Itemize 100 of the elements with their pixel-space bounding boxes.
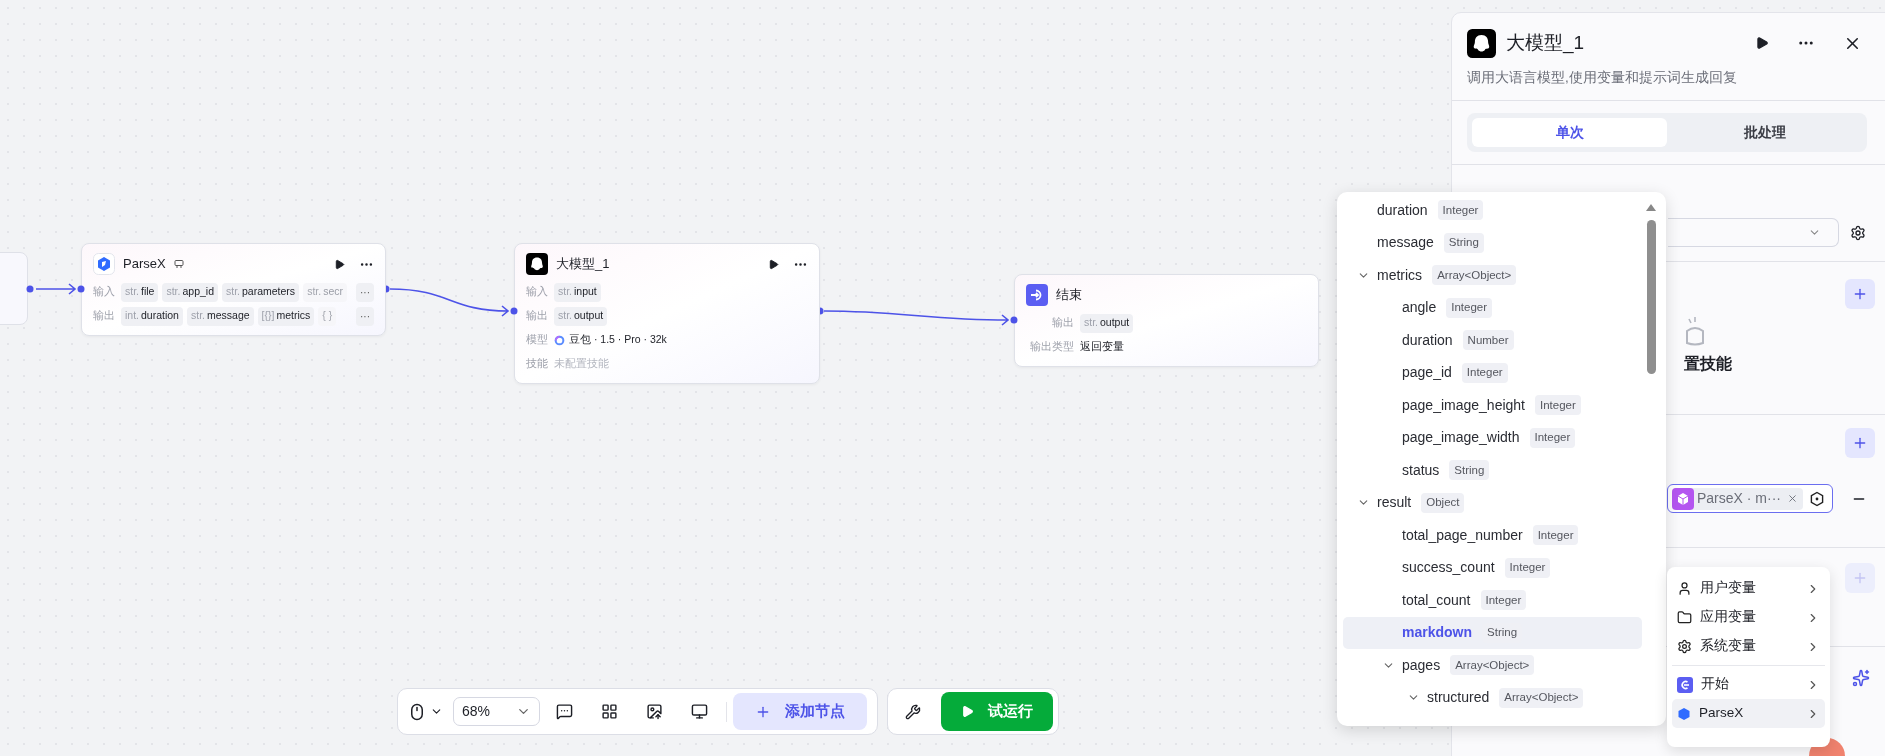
image-icon[interactable] <box>646 703 663 720</box>
workflow-node[interactable]: ParseX 输入 str. file str. app_id str. parameters str. secr ··· 输出 int. duration str. message [{}] metrics { } ··· <box>81 243 386 336</box>
menu-item[interactable]: 开始 <box>1672 670 1825 699</box>
mode-tab[interactable]: 批处理 <box>1667 118 1862 148</box>
add-node-button[interactable]: 添加节点 <box>733 693 867 730</box>
variable-name: angle <box>1402 298 1437 318</box>
variable-option[interactable]: result Object <box>1343 486 1642 519</box>
variable-option[interactable]: total_count Integer <box>1343 584 1642 617</box>
scrollbar-thumb[interactable] <box>1647 220 1656 374</box>
variable-chip: str. secr <box>303 282 347 302</box>
model-name: 豆包 · 1.5 · Pro · 32k <box>569 332 667 348</box>
type-tag: Integer <box>1529 427 1576 448</box>
more-chip[interactable]: ··· <box>356 306 374 326</box>
output-type: 返回变量 <box>1080 339 1124 355</box>
variable-name: message <box>1377 233 1434 253</box>
variable-option[interactable]: angle Integer <box>1343 291 1642 324</box>
variable-name: result <box>1377 493 1412 513</box>
variable-name: pages <box>1402 655 1441 675</box>
type-tag: Array<Object> <box>1499 687 1584 708</box>
start-logo-icon <box>1677 676 1693 693</box>
ghost-logo-icon <box>1467 28 1496 58</box>
run-icon[interactable] <box>1755 36 1769 50</box>
type-tag: Array<Object> <box>1450 655 1535 676</box>
row-label: 输出 <box>1051 315 1074 331</box>
variable-option[interactable]: structured Array<Object> <box>1343 681 1642 714</box>
variable-name: page_id <box>1402 363 1452 383</box>
type-tag: String <box>1443 232 1484 253</box>
variable-chip: str. parameters <box>222 282 300 302</box>
variable-option[interactable]: total_page_number Integer <box>1343 519 1642 552</box>
add-button[interactable] <box>1845 428 1875 459</box>
variable-option[interactable]: duration Number <box>1343 324 1642 357</box>
variable-name: success_count <box>1402 558 1495 578</box>
variable-option[interactable]: duration Integer <box>1343 194 1642 227</box>
workflow-node[interactable]: 结束 输出 str. output 输出类型 返回变量 <box>1014 274 1319 367</box>
menu-item[interactable]: 用户变量 <box>1672 574 1825 603</box>
variable-name: duration <box>1402 330 1453 350</box>
row-label: 输出 <box>526 308 548 324</box>
sparkle-icon[interactable] <box>1852 669 1870 688</box>
zoom-select[interactable]: 68% <box>453 697 540 726</box>
variable-name: page_image_height <box>1402 395 1525 415</box>
variable-option[interactable]: metrics Array<Object> <box>1343 259 1642 292</box>
menu-item[interactable]: ParseX <box>1672 699 1825 728</box>
scroll-up-icon[interactable] <box>1646 204 1656 211</box>
model-logo-icon <box>554 334 565 346</box>
add-button[interactable] <box>1845 279 1875 310</box>
skill-hint: 未配置技能 <box>554 356 609 372</box>
hexagon-logo-icon <box>1677 706 1691 721</box>
type-tag: Integer <box>1504 557 1551 578</box>
settings-icon[interactable] <box>1850 224 1866 241</box>
grid-icon[interactable] <box>601 703 618 720</box>
variable-name: status <box>1402 460 1440 480</box>
variable-option[interactable]: status String <box>1343 454 1642 487</box>
variable-chip: str. output <box>554 306 608 326</box>
user-icon <box>1677 581 1692 596</box>
variable-chip: str. file <box>121 282 159 302</box>
edge-arrow <box>26 283 77 295</box>
type-tag: Integer <box>1480 590 1527 611</box>
workflow-node[interactable]: 大模型_1 输入 str. input 输出 str. output 模型 豆包 · 1.5 · Pro · 32k 技能 未配置技能 <box>514 243 820 384</box>
variable-option[interactable]: page_image_height Integer <box>1343 389 1642 422</box>
exit-logo-icon <box>1026 284 1048 306</box>
run-icon[interactable] <box>768 258 779 270</box>
type-tag: Array<Object> <box>1432 265 1517 286</box>
variable-tag: ParseX · m··· <box>1672 487 1803 510</box>
variable-option[interactable]: markdown String <box>1343 616 1642 649</box>
mouse-icon[interactable] <box>408 702 426 721</box>
variable-option[interactable]: pages Array<Object> <box>1343 649 1642 682</box>
variable-name: structured <box>1427 688 1490 708</box>
node-card[interactable] <box>0 252 28 325</box>
row-label: 模型 <box>526 332 548 348</box>
type-tag: Integer <box>1437 200 1484 221</box>
hexagon-logo-icon <box>93 253 115 275</box>
skill-empty-icon <box>1685 317 1705 348</box>
variable-name: total_page_number <box>1402 525 1523 545</box>
type-tag: Integer <box>1532 525 1579 546</box>
type-tag: Object <box>1421 492 1465 513</box>
variable-option[interactable]: page_id Integer <box>1343 356 1642 389</box>
comment-icon[interactable] <box>556 703 573 720</box>
mode-tab[interactable]: 单次 <box>1472 118 1667 148</box>
more-chip[interactable]: ··· <box>356 282 374 302</box>
menu-item[interactable]: 系统变量 <box>1672 632 1825 661</box>
variable-chip: str. message <box>186 306 254 326</box>
variable-reference-field[interactable]: ParseX · m··· <box>1667 484 1833 514</box>
cube-icon <box>1672 487 1694 510</box>
variable-name: metrics <box>1377 265 1423 285</box>
variable-name: page_image_width <box>1402 428 1520 448</box>
type-tag: Integer <box>1446 297 1493 318</box>
remove-icon[interactable] <box>1787 493 1798 505</box>
variable-option[interactable]: message String <box>1343 226 1642 259</box>
variable-chip: int. duration <box>121 306 183 326</box>
wrench-icon[interactable] <box>905 703 921 720</box>
row-label: 输入 <box>93 284 115 300</box>
run-icon[interactable] <box>334 258 345 270</box>
variable-option[interactable]: page_image_width Integer <box>1343 421 1642 454</box>
plugin-badge-icon <box>173 259 184 269</box>
variable-name: total_count <box>1402 590 1471 610</box>
monitor-icon[interactable] <box>691 703 708 720</box>
type-tag: Integer <box>1535 395 1581 416</box>
row-label: 输入 <box>526 284 548 300</box>
variable-option[interactable]: success_count Integer <box>1343 551 1642 584</box>
menu-item[interactable]: 应用变量 <box>1672 603 1825 632</box>
